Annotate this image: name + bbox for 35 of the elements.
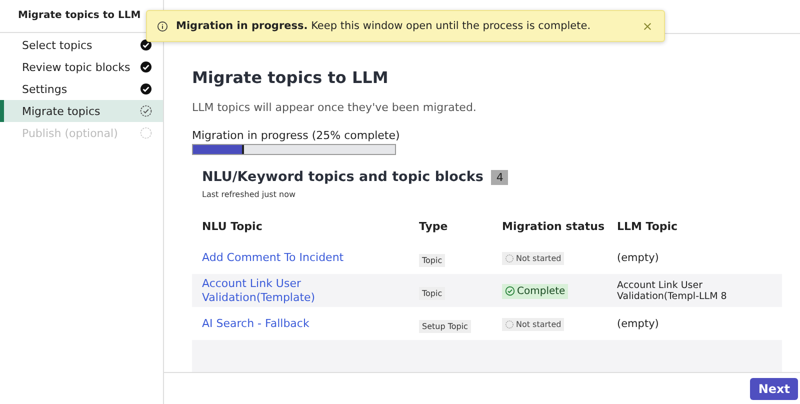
column-header: Type bbox=[419, 220, 449, 232]
status-badge: Not started bbox=[502, 252, 564, 265]
info-icon bbox=[157, 20, 168, 32]
dashed-check-circle-icon bbox=[140, 105, 152, 117]
step-item[interactable]: Migrate topics bbox=[0, 100, 163, 122]
status-badge: Complete bbox=[502, 284, 568, 298]
step-item[interactable]: Review topic blocks bbox=[0, 56, 163, 78]
step-item[interactable]: Select topics bbox=[0, 34, 163, 56]
description-text: LLM topics will appear once they've been migrated. bbox=[192, 101, 478, 114]
status-badge: Not started bbox=[502, 318, 564, 331]
close-icon[interactable] bbox=[643, 22, 652, 30]
dashed-circle-icon bbox=[140, 127, 152, 139]
type-tag: Setup Topic bbox=[419, 320, 471, 333]
step-item[interactable]: Settings bbox=[0, 78, 163, 100]
topic-link[interactable]: Account Link User Validation(Template) bbox=[202, 276, 419, 304]
check-circle-icon bbox=[140, 39, 152, 51]
check-circle-icon bbox=[140, 61, 152, 73]
type-tag: Topic bbox=[419, 254, 446, 267]
section-title: NLU/Keyword topics and topic blocks bbox=[202, 169, 484, 185]
count-badge: 4 bbox=[491, 170, 508, 184]
refresh-note: Last refreshed just now bbox=[202, 190, 297, 199]
progress-label: Migration in progress (25% complete) bbox=[192, 129, 401, 142]
column-header: Migration status bbox=[502, 220, 606, 232]
column-header: NLU Topic bbox=[202, 220, 264, 232]
llm-topic-text: (empty) bbox=[617, 252, 660, 264]
next-button[interactable]: Next bbox=[750, 378, 798, 400]
llm-topic-text: (empty) bbox=[617, 318, 660, 330]
topic-link[interactable]: AI Search - Fallback bbox=[202, 316, 419, 330]
page-heading: Migrate topics to LLM bbox=[192, 68, 390, 87]
toast-message: Migration in progress. Keep this window open until the process is complete. bbox=[176, 20, 592, 32]
check-circle-icon bbox=[140, 83, 152, 95]
column-header: LLM Topic bbox=[617, 220, 679, 232]
topic-link[interactable]: Add Comment To Incident bbox=[202, 250, 419, 264]
llm-topic-text: Account Link User Validation(Templ-LLM 8 bbox=[617, 280, 728, 302]
type-tag: Topic bbox=[419, 287, 446, 300]
